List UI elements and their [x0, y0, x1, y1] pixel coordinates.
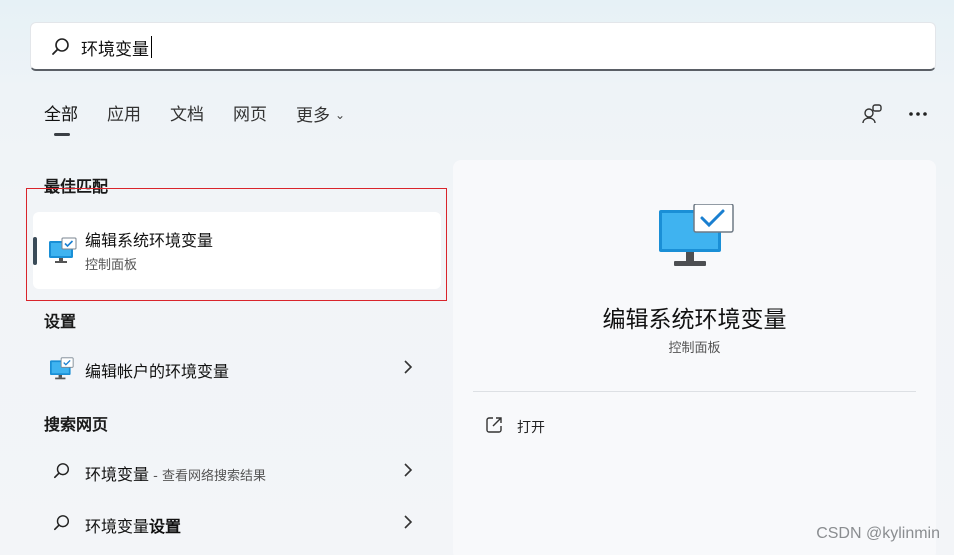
detail-title: 编辑系统环境变量	[602, 307, 787, 333]
open-action[interactable]: 打开	[485, 414, 545, 440]
tab-label: 应用	[107, 105, 141, 125]
tab-documents[interactable]: 文档	[170, 101, 204, 129]
web-result-row[interactable]: 环境变量 - 查看网络搜索结果	[33, 450, 441, 494]
filter-tabs: 全部 应用 文档 网页 更多 ⌄	[44, 101, 374, 136]
more-options-icon[interactable]	[906, 100, 930, 128]
open-label: 打开	[517, 420, 545, 436]
best-match-subtitle: 控制面板	[85, 258, 138, 273]
section-best-match: 最佳匹配	[44, 177, 109, 196]
monitor-check-icon	[48, 237, 78, 269]
chevron-right-icon	[403, 359, 413, 378]
settings-result-row[interactable]: 编辑帐户的环境变量	[33, 347, 441, 391]
tab-label: 文档	[170, 105, 204, 125]
open-external-icon	[485, 416, 503, 438]
web-result-emphasis: 设置	[149, 517, 182, 536]
chevron-right-icon	[403, 514, 413, 533]
tab-web[interactable]: 网页	[233, 101, 267, 129]
search-icon	[53, 514, 71, 536]
selection-indicator	[33, 237, 37, 265]
text-caret	[151, 36, 152, 58]
web-result-row[interactable]: 环境变量设置	[33, 502, 441, 546]
tab-label: 更多	[296, 106, 330, 126]
chevron-right-icon	[403, 462, 413, 481]
web-result-query: 环境变量	[85, 517, 150, 536]
tab-more[interactable]: 更多 ⌄	[296, 101, 345, 129]
web-result-suffix: - 查看网络搜索结果	[149, 469, 266, 484]
detail-panel: 编辑系统环境变量 控制面板 打开	[453, 160, 936, 555]
web-result-title: 环境变量 - 查看网络搜索结果	[85, 461, 266, 485]
section-settings: 设置	[44, 312, 77, 331]
search-box[interactable]	[30, 22, 936, 71]
monitor-check-icon	[49, 357, 75, 385]
watermark: CSDN @kylinmin	[816, 525, 940, 542]
monitor-check-icon	[658, 203, 734, 274]
top-right-actions	[860, 100, 930, 128]
search-icon	[51, 37, 71, 57]
search-input[interactable]	[81, 33, 881, 61]
web-result-query: 环境变量	[85, 465, 150, 484]
detail-subtitle: 控制面板	[668, 341, 721, 356]
best-match-title: 编辑系统环境变量	[85, 231, 214, 250]
divider	[473, 391, 916, 392]
settings-result-title: 编辑帐户的环境变量	[85, 362, 230, 381]
tab-label: 全部	[44, 105, 78, 125]
search-icon	[53, 462, 71, 484]
web-result-title: 环境变量设置	[85, 513, 181, 537]
section-web-search: 搜索网页	[44, 415, 109, 434]
tab-apps[interactable]: 应用	[107, 101, 141, 129]
tab-label: 网页	[233, 105, 267, 125]
chevron-down-icon: ⌄	[335, 108, 346, 122]
tab-all[interactable]: 全部	[44, 101, 78, 136]
account-switch-icon[interactable]	[860, 100, 884, 128]
